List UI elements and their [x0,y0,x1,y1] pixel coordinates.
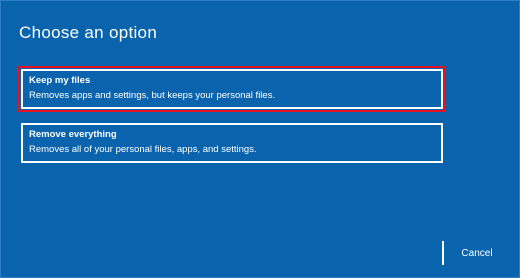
option-description: Removes all of your personal files, apps… [29,144,257,155]
option-description: Removes apps and settings, but keeps you… [29,90,276,101]
dialog-title: Choose an option [19,23,158,42]
cancel-button[interactable]: Cancel [442,241,510,265]
option-title: Remove everything [29,129,117,140]
reset-dialog: Choose an option Keep my files Removes a… [0,0,520,278]
remove-everything-option[interactable]: Remove everything Removes all of your pe… [21,123,443,163]
option-title: Keep my files [29,75,91,86]
keep-my-files-option[interactable]: Keep my files Removes apps and settings,… [18,66,446,112]
